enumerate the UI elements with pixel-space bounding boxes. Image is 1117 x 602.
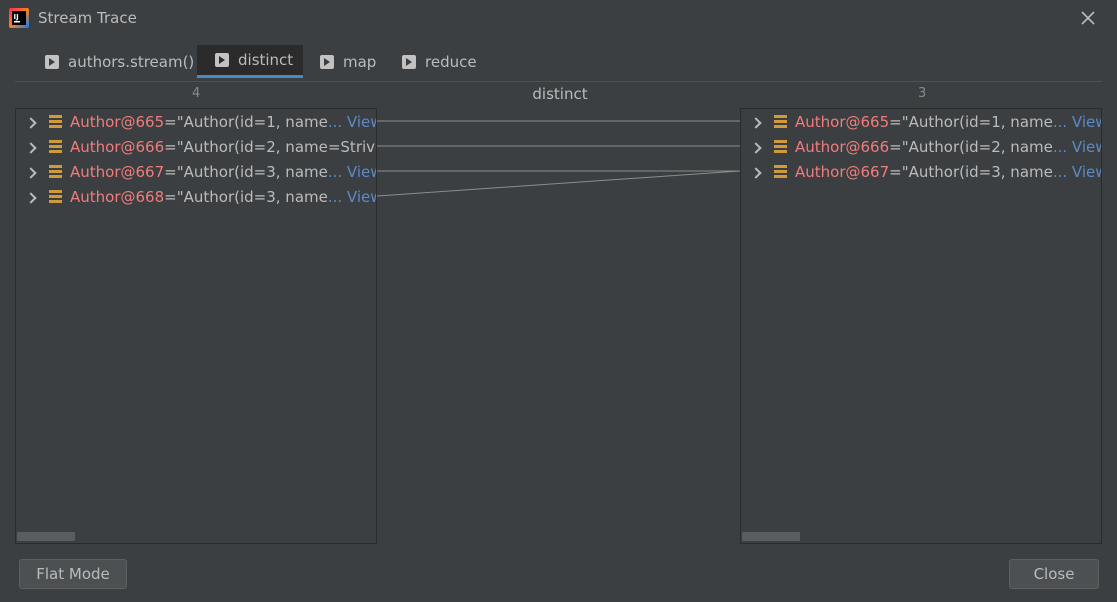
equals-sign: =: [889, 112, 902, 131]
object-name: Author@668: [70, 187, 165, 206]
object-value: "Author(id=2, name=Strive: [176, 137, 377, 156]
list-item[interactable]: Author@665 = "Author(id=1, name ... View: [16, 109, 376, 134]
intellij-idea-icon: IJ: [9, 8, 29, 28]
operation-title: distinct: [532, 85, 588, 103]
object-field-icon: [49, 165, 62, 178]
right-count: 3: [918, 86, 927, 101]
stream-chain-tabs: authors.stream() distinct map reduce: [15, 45, 1102, 82]
window-title: Stream Trace: [38, 9, 137, 27]
list-item[interactable]: Author@666 = "Author(id=2, name=Strive: [16, 134, 377, 159]
list-item[interactable]: Author@666 = "Author(id=2, name ... View: [741, 134, 1101, 159]
stream-op-icon: [402, 55, 416, 69]
tab-reduce[interactable]: reduce: [390, 45, 489, 79]
tab-label: reduce: [425, 53, 477, 71]
svg-text:IJ: IJ: [14, 13, 19, 21]
list-item[interactable]: Author@667 = "Author(id=3, name ... View: [741, 159, 1101, 184]
object-field-icon: [49, 190, 62, 203]
object-name: Author@666: [795, 137, 890, 156]
view-link[interactable]: ... View: [328, 188, 376, 206]
object-value: "Author(id=3, name: [176, 162, 328, 181]
mapping-line: [376, 170, 741, 197]
chevron-right-icon[interactable]: [750, 166, 762, 178]
object-field-icon: [49, 115, 62, 128]
chevron-right-icon[interactable]: [25, 166, 37, 178]
tab-label: authors.stream(): [68, 53, 195, 71]
horizontal-scrollbar[interactable]: [17, 532, 75, 541]
object-field-icon: [774, 140, 787, 153]
horizontal-scrollbar[interactable]: [742, 532, 800, 541]
equals-sign: =: [164, 187, 177, 206]
equals-sign: =: [889, 162, 902, 181]
object-name: Author@667: [795, 162, 890, 181]
chevron-right-icon[interactable]: [25, 116, 37, 128]
equals-sign: =: [164, 112, 177, 131]
object-value: "Author(id=1, name: [176, 112, 328, 131]
tab-label: map: [343, 53, 377, 71]
tab-label: distinct: [238, 51, 294, 69]
title-bar: IJ Stream Trace: [0, 0, 1117, 37]
result-values-panel[interactable]: Author@665 = "Author(id=1, name ... View…: [740, 108, 1102, 544]
tab-map[interactable]: map: [308, 45, 388, 79]
view-link[interactable]: ... View: [328, 113, 376, 131]
object-name: Author@666: [70, 137, 165, 156]
chevron-right-icon[interactable]: [750, 141, 762, 153]
tab-authors-stream[interactable]: authors.stream(): [33, 45, 206, 79]
list-item[interactable]: Author@665 = "Author(id=1, name ... View: [741, 109, 1101, 134]
left-count: 4: [192, 86, 201, 101]
stream-op-icon: [45, 55, 59, 69]
view-link[interactable]: ... View: [1053, 163, 1101, 181]
object-name: Author@667: [70, 162, 165, 181]
object-name: Author@665: [70, 112, 165, 131]
object-value: "Author(id=1, name: [901, 112, 1053, 131]
tab-distinct[interactable]: distinct: [197, 45, 303, 78]
object-field-icon: [49, 140, 62, 153]
equals-sign: =: [164, 162, 177, 181]
view-link[interactable]: ... View: [1053, 138, 1101, 156]
equals-sign: =: [164, 137, 177, 156]
stream-op-icon: [320, 55, 334, 69]
stream-trace-dialog: IJ Stream Trace authors.stream() distinc…: [0, 0, 1117, 602]
close-icon[interactable]: [1078, 8, 1098, 28]
flat-mode-button[interactable]: Flat Mode: [19, 559, 127, 589]
list-item[interactable]: Author@668 = "Author(id=3, name ... View: [16, 184, 376, 209]
object-value: "Author(id=3, name: [901, 162, 1053, 181]
list-item[interactable]: Author@667 = "Author(id=3, name ... View: [16, 159, 376, 184]
object-field-icon: [774, 165, 787, 178]
view-link[interactable]: ... View: [328, 163, 376, 181]
chevron-right-icon[interactable]: [750, 116, 762, 128]
source-values-panel[interactable]: Author@665 = "Author(id=1, name ... View…: [15, 108, 377, 544]
object-value: "Author(id=3, name: [176, 187, 328, 206]
object-name: Author@665: [795, 112, 890, 131]
equals-sign: =: [889, 137, 902, 156]
object-field-icon: [774, 115, 787, 128]
object-value: "Author(id=2, name: [901, 137, 1053, 156]
chevron-right-icon[interactable]: [25, 191, 37, 203]
view-link[interactable]: ... View: [1053, 113, 1101, 131]
chevron-right-icon[interactable]: [25, 141, 37, 153]
stream-op-icon: [215, 53, 229, 67]
close-button[interactable]: Close: [1009, 559, 1099, 589]
